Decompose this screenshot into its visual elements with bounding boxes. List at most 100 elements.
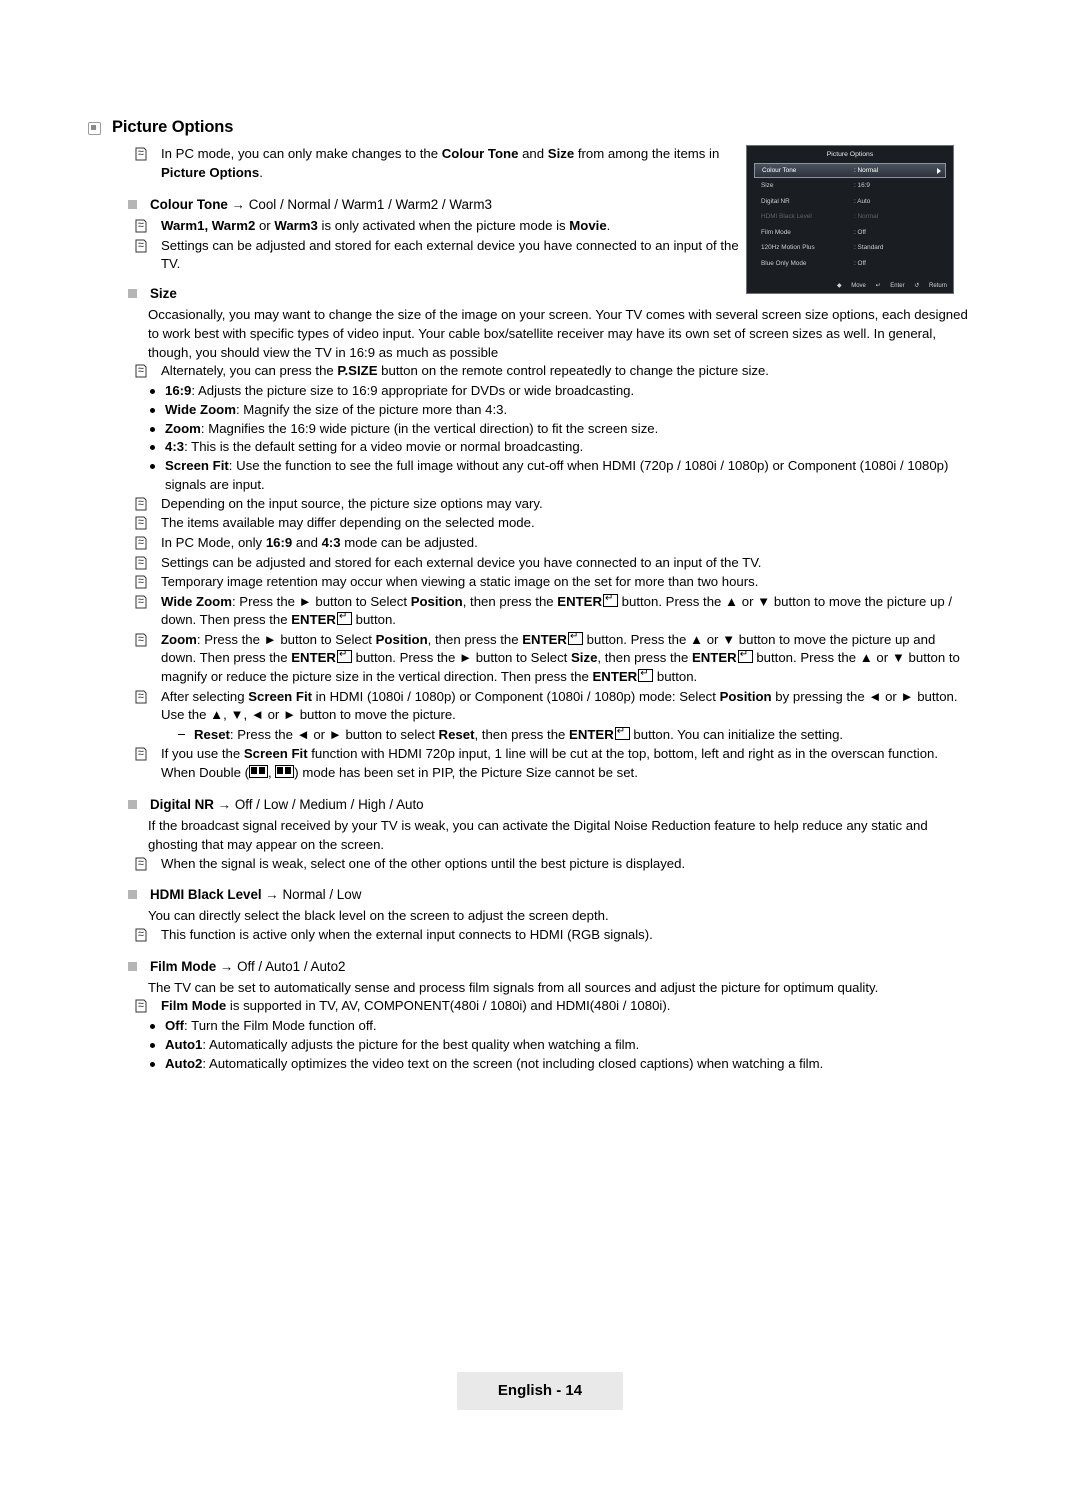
- note-icon: [134, 536, 148, 550]
- dot-bullet-icon: [150, 1042, 155, 1048]
- heading-digital-nr-options: → Off / Low / Medium / High / Auto: [217, 797, 424, 813]
- note-size-4-text: Temporary image retention may occur when…: [161, 574, 759, 590]
- note-size-screen-fit-text: After selecting Screen Fit in HDMI (1080…: [161, 688, 958, 723]
- note-pc-mode: In PC mode, you can only make changes to…: [128, 145, 761, 182]
- heading-colour-tone: Colour Tone → Cool / Normal / Warm1 / Wa…: [128, 195, 968, 215]
- bullet-film-mode-1: Auto1: Automatically adjusts the picture…: [128, 1036, 968, 1055]
- dot-bullet-icon: [150, 1024, 155, 1030]
- bullet-size-4-text: Screen Fit: Use the function to see the …: [165, 458, 949, 492]
- note-size-zoom: Zoom: Press the ► button to Select Posit…: [128, 631, 968, 687]
- heading-digital-nr: Digital NR → Off / Low / Medium / High /…: [128, 795, 968, 815]
- note-icon: [134, 147, 148, 161]
- square-bullet-icon: [128, 961, 137, 971]
- heading-film-mode-label: Film Mode: [150, 958, 217, 974]
- note-hdmi-black-level: This function is active only when the ex…: [128, 926, 968, 945]
- heading-colour-tone-options: → Cool / Normal / Warm1 / Warm2 / Warm3: [231, 197, 492, 213]
- para-film-mode: The TV can be set to automatically sense…: [148, 979, 879, 995]
- heading-film-mode-options: → Off / Auto1 / Auto2: [219, 958, 346, 974]
- note-size-2: In PC Mode, only 16:9 and 4:3 mode can b…: [128, 534, 968, 553]
- document-body: In PC mode, you can only make changes to…: [128, 145, 968, 1073]
- note-icon: [134, 857, 148, 871]
- note-icon: [134, 747, 148, 761]
- dot-bullet-icon: [150, 1061, 155, 1067]
- note-film-mode: Film Mode is supported in TV, AV, COMPON…: [128, 997, 968, 1016]
- dot-bullet-icon: [150, 445, 155, 451]
- note-icon: [134, 928, 148, 942]
- note-size-4: Temporary image retention may occur when…: [128, 573, 968, 592]
- note-size-1: The items available may differ depending…: [128, 514, 968, 533]
- note-size-overscan-text: If you use the Screen Fit function with …: [161, 745, 939, 761]
- dash-bullet-icon: [178, 733, 185, 736]
- note-digital-nr: When the signal is weak, select one of t…: [128, 855, 968, 874]
- bullet-size-2-text: Zoom: Magnifies the 16:9 wide picture (i…: [165, 420, 659, 436]
- bullet-size-4: Screen Fit: Use the function to see the …: [128, 457, 968, 495]
- dot-bullet-icon: [150, 407, 155, 413]
- note-icon: [134, 219, 148, 233]
- bullet-size-1: Wide Zoom: Magnify the size of the pictu…: [128, 401, 968, 420]
- para-digital-nr: If the broadcast signal received by your…: [148, 818, 928, 852]
- note-icon: [134, 497, 148, 511]
- note-colour-tone-2-text: Settings can be adjusted and stored for …: [161, 237, 739, 272]
- dash-item-reset-text: Reset: Press the ◄ or ► button to select…: [194, 726, 843, 742]
- square-bullet-icon: [128, 288, 137, 298]
- note-size-wide-zoom: Wide Zoom: Press the ► button to Select …: [128, 593, 968, 630]
- heading-film-mode: Film Mode → Off / Auto1 / Auto2: [128, 957, 968, 977]
- note-colour-tone-1: Warm1, Warm2 or Warm3 is only activated …: [128, 217, 761, 236]
- note-hdmi-black-level-text: This function is active only when the ex…: [161, 927, 653, 943]
- bullet-size-0-text: 16:9: Adjusts the picture size to 16:9 a…: [165, 382, 635, 398]
- note-icon: [134, 364, 148, 378]
- square-bullet-icon: [128, 200, 137, 210]
- bullet-size-3: 4:3: This is the default setting for a v…: [128, 438, 968, 457]
- document-page: Picture Options Picture Options Colour T…: [0, 0, 1080, 1488]
- note-icon: [134, 575, 148, 589]
- note-icon: [134, 516, 148, 530]
- para-size-1: Occasionally, you may want to change the…: [148, 306, 968, 360]
- note-size-0: Depending on the input source, the pictu…: [128, 495, 968, 514]
- note-size-3: Settings can be adjusted and stored for …: [128, 554, 968, 573]
- note-size-psize: Alternately, you can press the P.SIZE bu…: [128, 362, 968, 381]
- bullet-size-3-text: 4:3: This is the default setting for a v…: [165, 439, 584, 455]
- bullet-size-1-text: Wide Zoom: Magnify the size of the pictu…: [165, 401, 508, 417]
- note-size-2-text: In PC Mode, only 16:9 and 4:3 mode can b…: [161, 534, 478, 550]
- note-size-screen-fit: After selecting Screen Fit in HDMI (1080…: [128, 688, 968, 725]
- note-colour-tone-1-text: Warm1, Warm2 or Warm3 is only activated …: [161, 218, 611, 234]
- note-size-3-text: Settings can be adjusted and stored for …: [161, 554, 762, 570]
- dot-bullet-icon: [150, 464, 155, 470]
- note-size-overscan: If you use the Screen Fit function with …: [128, 745, 968, 764]
- heading-colour-tone-label: Colour Tone: [150, 197, 228, 213]
- note-size-psize-text: Alternately, you can press the P.SIZE bu…: [161, 363, 769, 379]
- heading-digital-nr-label: Digital NR: [150, 797, 214, 813]
- note-size-0-text: Depending on the input source, the pictu…: [161, 495, 543, 511]
- note-size-zoom-text: Zoom: Press the ► button to Select Posit…: [161, 631, 960, 684]
- bullet-film-mode-2-text: Auto2: Automatically optimizes the video…: [165, 1055, 824, 1071]
- note-colour-tone-2: Settings can be adjusted and stored for …: [128, 237, 761, 274]
- square-bullet-icon: [128, 800, 137, 810]
- heading-hdmi-black-level-options: → Normal / Low: [265, 887, 362, 903]
- bullet-size-2: Zoom: Magnifies the 16:9 wide picture (i…: [128, 420, 968, 439]
- note-icon: [134, 690, 148, 704]
- page-footer: English - 14: [457, 1372, 623, 1410]
- para-double-pip: When Double (, ) mode has been set in PI…: [161, 765, 638, 781]
- dot-bullet-icon: [150, 426, 155, 432]
- note-size-wide-zoom-text: Wide Zoom: Press the ► button to Select …: [161, 593, 952, 627]
- note-film-mode-text: Film Mode is supported in TV, AV, COMPON…: [161, 998, 671, 1014]
- note-icon: [134, 556, 148, 570]
- note-digital-nr-text: When the signal is weak, select one of t…: [161, 855, 686, 871]
- heading-hdmi-black-level: HDMI Black Level → Normal / Low: [128, 885, 968, 905]
- bullet-film-mode-0-text: Off: Turn the Film Mode function off.: [165, 1018, 377, 1034]
- heading-size: Size: [128, 284, 968, 304]
- heading-hdmi-black-level-label: HDMI Black Level: [150, 887, 262, 903]
- dash-item-reset: Reset: Press the ◄ or ► button to select…: [128, 726, 968, 745]
- page-footer-label: English - 14: [497, 1382, 583, 1399]
- note-icon: [134, 239, 148, 253]
- square-bullet-icon: [128, 890, 137, 900]
- bullet-film-mode-2: Auto2: Automatically optimizes the video…: [128, 1055, 968, 1074]
- note-size-1-text: The items available may differ depending…: [161, 515, 535, 531]
- note-icon: [134, 999, 148, 1013]
- note-icon: [134, 595, 148, 609]
- note-icon: [134, 633, 148, 647]
- page-title: Picture Options: [112, 118, 234, 136]
- dot-bullet-icon: [150, 388, 155, 394]
- bullet-film-mode-1-text: Auto1: Automatically adjusts the picture…: [165, 1036, 640, 1052]
- bullet-size-0: 16:9: Adjusts the picture size to 16:9 a…: [128, 382, 968, 401]
